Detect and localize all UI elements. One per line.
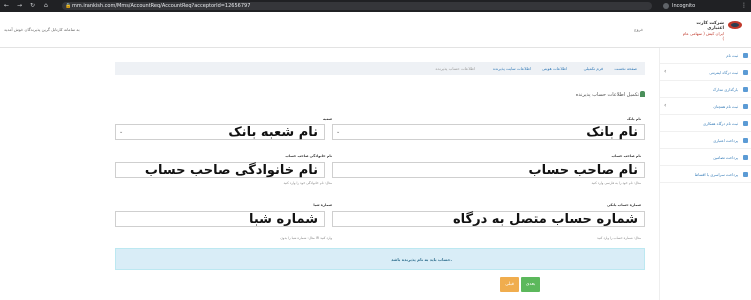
site-header: به سامانه کارتابل گرین پذیرندگان خوش آمد… xyxy=(0,12,751,48)
owner-name-input[interactable]: نام صاحب حساب xyxy=(332,162,645,178)
forward-icon[interactable]: → xyxy=(17,3,22,9)
incognito-icon xyxy=(663,3,669,9)
url-text: mm.irankish.com/Mms/AccountReq/AccountRe… xyxy=(72,3,251,9)
chevron-left-icon: ‹ xyxy=(664,102,667,109)
back-icon[interactable]: ← xyxy=(4,3,9,9)
chevron-left-icon: ‹ xyxy=(664,68,667,75)
breadcrumb: صفحه نخست فرم تکمیلی اطلاعات هویتی اطلاع… xyxy=(115,62,645,75)
sheba-input[interactable]: شماره شبا xyxy=(115,211,325,227)
register-continue-icon xyxy=(743,104,748,109)
register-icon xyxy=(743,53,748,58)
sidebar-item-partner-gateway[interactable]: ثبت نام درگاه همکاری xyxy=(660,116,751,132)
welcome-text: به سامانه کارتابل گرین پذیرندگان خوش آمد… xyxy=(4,27,80,32)
browser-toolbar: ← → ↻ ⌂ 🔒 mm.irankish.com/Mms/AccountReq… xyxy=(0,0,751,12)
breadcrumb-home[interactable]: صفحه نخست xyxy=(614,66,637,71)
breadcrumb-site-info[interactable]: اطلاعات سایت پذیرنده xyxy=(493,66,531,71)
previous-button[interactable]: قبلی xyxy=(500,277,519,292)
sidebar-item-internet-gateway[interactable]: ‹ ثبت درگاه اینترنتی xyxy=(660,65,751,81)
account-value: شماره حساب متصل به درگاه xyxy=(453,212,638,227)
installment-icon xyxy=(743,172,748,177)
section-title: تکمیل اطلاعات حساب پذیرنده xyxy=(575,92,639,98)
breadcrumb-account-info: اطلاعات حساب پذیرنده xyxy=(435,66,475,71)
sheba-value: شماره شبا xyxy=(248,212,318,227)
sidebar-item-label: ثبت نام xyxy=(726,53,738,58)
owner-name-label: نام صاحب حساب xyxy=(611,154,641,158)
account-input[interactable]: شماره حساب متصل به درگاه xyxy=(332,211,645,227)
sidebar-item-guarantee-payment[interactable]: پرداخت تضامین xyxy=(660,150,751,166)
sidebar-item-label: پرداخت اعتباری xyxy=(713,138,738,143)
alert-text: حساب باید به نام پذیرنده باشد. xyxy=(391,257,452,262)
sidebar-item-label: ثبت درگاه اینترنتی xyxy=(709,70,738,75)
sheba-label: شماره شبا xyxy=(313,203,332,207)
sidebar-item-installment-payment[interactable]: پرداخت سراسری با اقساط xyxy=(660,167,751,183)
sheba-help: مثال: شماره شبا را بدون IR وارد کنید xyxy=(280,236,332,240)
owner-family-input[interactable]: نام خانوادگی صاحب حساب xyxy=(115,162,325,178)
gateway-icon xyxy=(743,70,748,75)
partner-icon xyxy=(743,121,748,126)
browser-menu-icon[interactable]: ⋮ xyxy=(741,2,747,9)
sidebar-item-credit-payment[interactable]: پرداخت اعتباری xyxy=(660,133,751,149)
info-alert: حساب باید به نام پذیرنده باشد. xyxy=(115,248,645,270)
home-icon[interactable]: ⌂ xyxy=(44,3,48,9)
sidebar-item-label: پرداخت سراسری با اقساط xyxy=(694,172,738,177)
branch-value: نام شعبه بانک xyxy=(228,125,318,140)
sidebar-item-label: پرداخت تضامین xyxy=(713,155,738,160)
bank-value: نام بانک xyxy=(586,125,638,140)
account-help: مثال: شماره حساب را وارد کنید xyxy=(597,236,641,240)
credit-icon xyxy=(743,138,748,143)
guarantee-icon xyxy=(743,155,748,160)
sidebar-item-upload-documents[interactable]: بارگذاری مدارک xyxy=(660,82,751,98)
sidebar-item-label: ثبت نام همچنان xyxy=(713,104,738,109)
owner-name-value: نام صاحب حساب xyxy=(528,163,638,178)
bank-select[interactable]: ⌄ نام بانک xyxy=(332,124,645,140)
sidebar-item-label: بارگذاری مدارک xyxy=(712,87,738,92)
user-icon xyxy=(640,91,645,97)
account-label: شماره حساب بانکی xyxy=(606,203,641,207)
breadcrumb-identity-info[interactable]: اطلاعات هویتی xyxy=(542,66,567,71)
branch-label: شعبه xyxy=(323,117,332,121)
owner-family-label: نام خانوادگی صاحب حساب xyxy=(285,154,332,158)
branch-select[interactable]: ⌄ نام شعبه بانک xyxy=(115,124,325,140)
chevron-down-icon: ⌄ xyxy=(119,129,124,135)
lock-icon: 🔒 xyxy=(65,3,72,9)
address-bar[interactable]: 🔒 mm.irankish.com/Mms/AccountReq/Account… xyxy=(62,2,652,10)
owner-family-help: مثال: نام خانوادگی خود را وارد کنید xyxy=(283,181,332,185)
owner-name-help: مثال: نام خود را به فارسی وارد کنید xyxy=(591,181,641,185)
brand-line1: شرکت کارت اعتباری xyxy=(696,21,724,31)
brand-line2: ایران کیش ( سهامی عام ) xyxy=(682,31,724,41)
breadcrumb-supplementary-form[interactable]: فرم تکمیلی xyxy=(584,66,603,71)
brand-text: شرکت کارت اعتباری ایران کیش ( سهامی عام … xyxy=(682,21,724,41)
reload-icon[interactable]: ↻ xyxy=(30,3,35,9)
sidebar-item-label: ثبت نام درگاه همکاری xyxy=(703,121,738,126)
sidebar-item-register-continue[interactable]: ‹ ثبت نام همچنان xyxy=(660,99,751,115)
upload-icon xyxy=(743,87,748,92)
next-button[interactable]: بعدی xyxy=(521,277,540,292)
incognito-label: Incognito xyxy=(672,3,696,9)
company-logo-icon xyxy=(728,21,742,29)
owner-family-value: نام خانوادگی صاحب حساب xyxy=(144,163,318,178)
sidebar: ثبت نام ‹ ثبت درگاه اینترنتی بارگذاری مد… xyxy=(659,48,751,300)
chevron-down-icon: ⌄ xyxy=(336,129,341,135)
bank-label: نام بانک xyxy=(627,117,641,121)
logout-link[interactable]: خروج xyxy=(634,27,643,32)
sidebar-item-register[interactable]: ثبت نام xyxy=(660,48,751,64)
